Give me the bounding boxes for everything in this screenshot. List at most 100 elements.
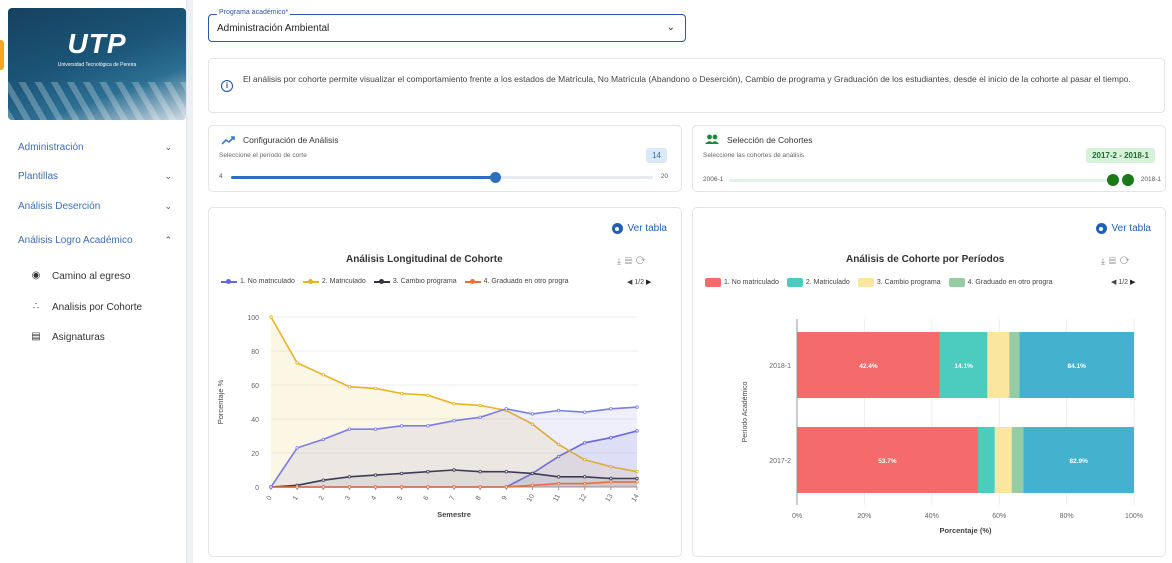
y-tick-label: 2017-2	[769, 458, 791, 465]
program-select-label: Programa académico*	[217, 9, 291, 16]
legend-item[interactable]: 1. No matriculado	[705, 278, 779, 287]
legend-item[interactable]: 3. Cambio programa	[857, 278, 941, 287]
data-view-icon[interactable]: ▤	[625, 256, 636, 266]
x-tick-label: 6	[423, 495, 431, 502]
y-tick-label: 100	[247, 315, 259, 322]
card-subtitle: Seleccione las cohortes de análisis	[703, 152, 805, 159]
data-point	[295, 361, 299, 365]
data-point	[400, 391, 404, 396]
legend-item[interactable]: 3. Cambio programa	[373, 278, 457, 285]
legend-label: 2. Matriculado	[805, 279, 850, 286]
line-chart: 0204060801000 1 2 3 4 5 6 7 8 9 10 11 12 13 14Semestre…	[216, 315, 641, 519]
legend-label: 3. Cambio programa	[392, 278, 457, 285]
data-view-icon[interactable]: ▤	[1109, 256, 1120, 266]
bar-segment-graduado-otro	[1009, 332, 1020, 398]
restore-icon[interactable]: ⟳	[636, 256, 650, 266]
legend-label: 3. Cambio programa	[876, 279, 941, 286]
x-tick-label: 100%	[1125, 513, 1143, 520]
x-tick-label: 1	[292, 495, 300, 502]
data-point	[583, 410, 587, 414]
chart-toolbox[interactable]: ⤓▤⟳	[617, 256, 650, 267]
chart-title: Análisis Longitudinal de Cohorte	[346, 254, 503, 265]
bar-data-label: 42.4%	[859, 363, 878, 370]
group-icon	[705, 134, 719, 144]
legend-label: 2. Matriculado	[321, 278, 366, 285]
x-tick-label: 14	[631, 493, 641, 503]
x-tick-label: 8	[475, 495, 483, 502]
restore-icon[interactable]: ⟳	[1120, 256, 1134, 266]
legend-item[interactable]: 1. No matriculado	[221, 278, 295, 285]
logo-pattern	[8, 82, 186, 120]
bar-segment-graduado-otro	[1011, 427, 1024, 493]
legend-pager[interactable]: ◀ 1/2 ▶	[1111, 278, 1135, 286]
cohort-slider-handle-start[interactable]	[1107, 174, 1119, 186]
legend-swatch	[302, 278, 319, 284]
chevron-down-icon: ⌄	[666, 22, 675, 33]
download-icon[interactable]: ⤓	[1101, 256, 1109, 266]
university-logo: UTP Universidad Tecnológica de Pereira	[8, 8, 186, 120]
legend-item[interactable]: 2. Matriculado	[786, 278, 850, 287]
y-tick-label: 0	[255, 485, 259, 492]
sidebar-item-plantillas[interactable]: Plantillas ⌄	[18, 166, 178, 186]
data-point	[426, 393, 430, 397]
data-point	[504, 407, 508, 411]
x-tick-label: 60%	[992, 513, 1006, 520]
sidebar-toggle-tab[interactable]	[0, 40, 4, 70]
cohort-range-badge: 2017-2 - 2018-1	[1086, 148, 1155, 163]
period-value-badge: 14	[646, 148, 667, 163]
data-point	[269, 485, 273, 489]
cohort-slider-track[interactable]	[729, 179, 1119, 182]
sidebar-item-analisis-desercion[interactable]: Análisis Deserción ⌄	[18, 196, 178, 216]
card-subtitle: Seleccione el período de corte	[219, 152, 307, 159]
legend-label: 4. Graduado en otro progra	[483, 278, 569, 285]
sidebar-item-analisis-logro[interactable]: Análisis Logro Académico ⌃	[18, 230, 178, 250]
logo-subtitle: Universidad Tecnológica de Pereira	[57, 62, 137, 68]
x-tick-label: 2	[318, 495, 326, 502]
program-select[interactable]: Programa académico* Administración Ambie…	[208, 9, 686, 42]
data-point	[452, 401, 456, 406]
data-point	[269, 315, 273, 319]
sidebar-scrollbar[interactable]	[186, 0, 193, 563]
slider-max-label: 20	[660, 173, 668, 180]
legend-swatch	[705, 278, 721, 287]
y-axis-label: Porcentaje %	[216, 379, 225, 424]
sidebar-subitem-camino-egreso[interactable]: ◉ Camino al egreso	[30, 270, 131, 282]
legend-label: 1. No matriculado	[724, 279, 779, 286]
legend-page: 1/2	[1118, 279, 1129, 286]
chart-toolbox[interactable]: ⤓▤⟳	[1101, 256, 1134, 267]
data-point	[530, 412, 535, 416]
x-tick-label: 0%	[792, 513, 802, 520]
bar-data-label: 14.1%	[954, 363, 973, 370]
info-text: El análisis por cohorte permite visualiz…	[243, 74, 1131, 84]
sidebar-subitem-label: Camino al egreso	[52, 270, 131, 282]
sidebar-item-label: Análisis Logro Académico	[18, 234, 133, 246]
x-tick-label: 12	[578, 493, 588, 503]
legend-item[interactable]: 2. Matriculado	[302, 278, 366, 285]
sidebar-subitem-analisis-cohorte[interactable]: ∴ Analisis por Cohorte	[30, 301, 142, 313]
legend-pager[interactable]: ◀ 1/2 ▶	[627, 278, 651, 286]
chart-title: Análisis de Cohorte por Períodos	[846, 254, 1005, 265]
y-axis-label: Período Académico	[742, 382, 749, 443]
x-tick-label: 0	[266, 495, 274, 502]
data-point	[347, 427, 352, 431]
download-icon[interactable]: ⤓	[617, 256, 625, 266]
legend-item[interactable]: 4. Graduado en otro progra	[464, 278, 569, 285]
logo-text: UTP	[67, 28, 127, 59]
sidebar-item-label: Plantillas	[18, 170, 59, 182]
book-icon: ▤	[31, 331, 41, 342]
bar-data-label: 53.7%	[878, 458, 897, 465]
legend-label: 4. Graduado en otro progra	[967, 279, 1053, 286]
period-slider-handle[interactable]	[489, 172, 501, 183]
y-tick-label: 60	[251, 383, 259, 390]
data-point	[478, 403, 482, 408]
cohort-slider-handle-end[interactable]	[1122, 174, 1134, 186]
program-select-value: Administración Ambiental	[217, 23, 330, 34]
sidebar-item-administracion[interactable]: Administración ⌄	[18, 137, 178, 157]
view-table-button[interactable]: Ver tabla	[611, 223, 667, 234]
data-point	[609, 407, 613, 411]
view-table-button[interactable]: Ver tabla	[1095, 223, 1151, 234]
bar-data-label: 82.9%	[1070, 458, 1089, 465]
legend-item[interactable]: 4. Graduado en otro progra	[948, 278, 1053, 287]
bar-chart: 0% 20% 40% 60% 80% 100% Porcentaje (%) Período …	[742, 319, 1143, 535]
sidebar-subitem-asignaturas[interactable]: ▤ Asignaturas	[30, 331, 105, 343]
